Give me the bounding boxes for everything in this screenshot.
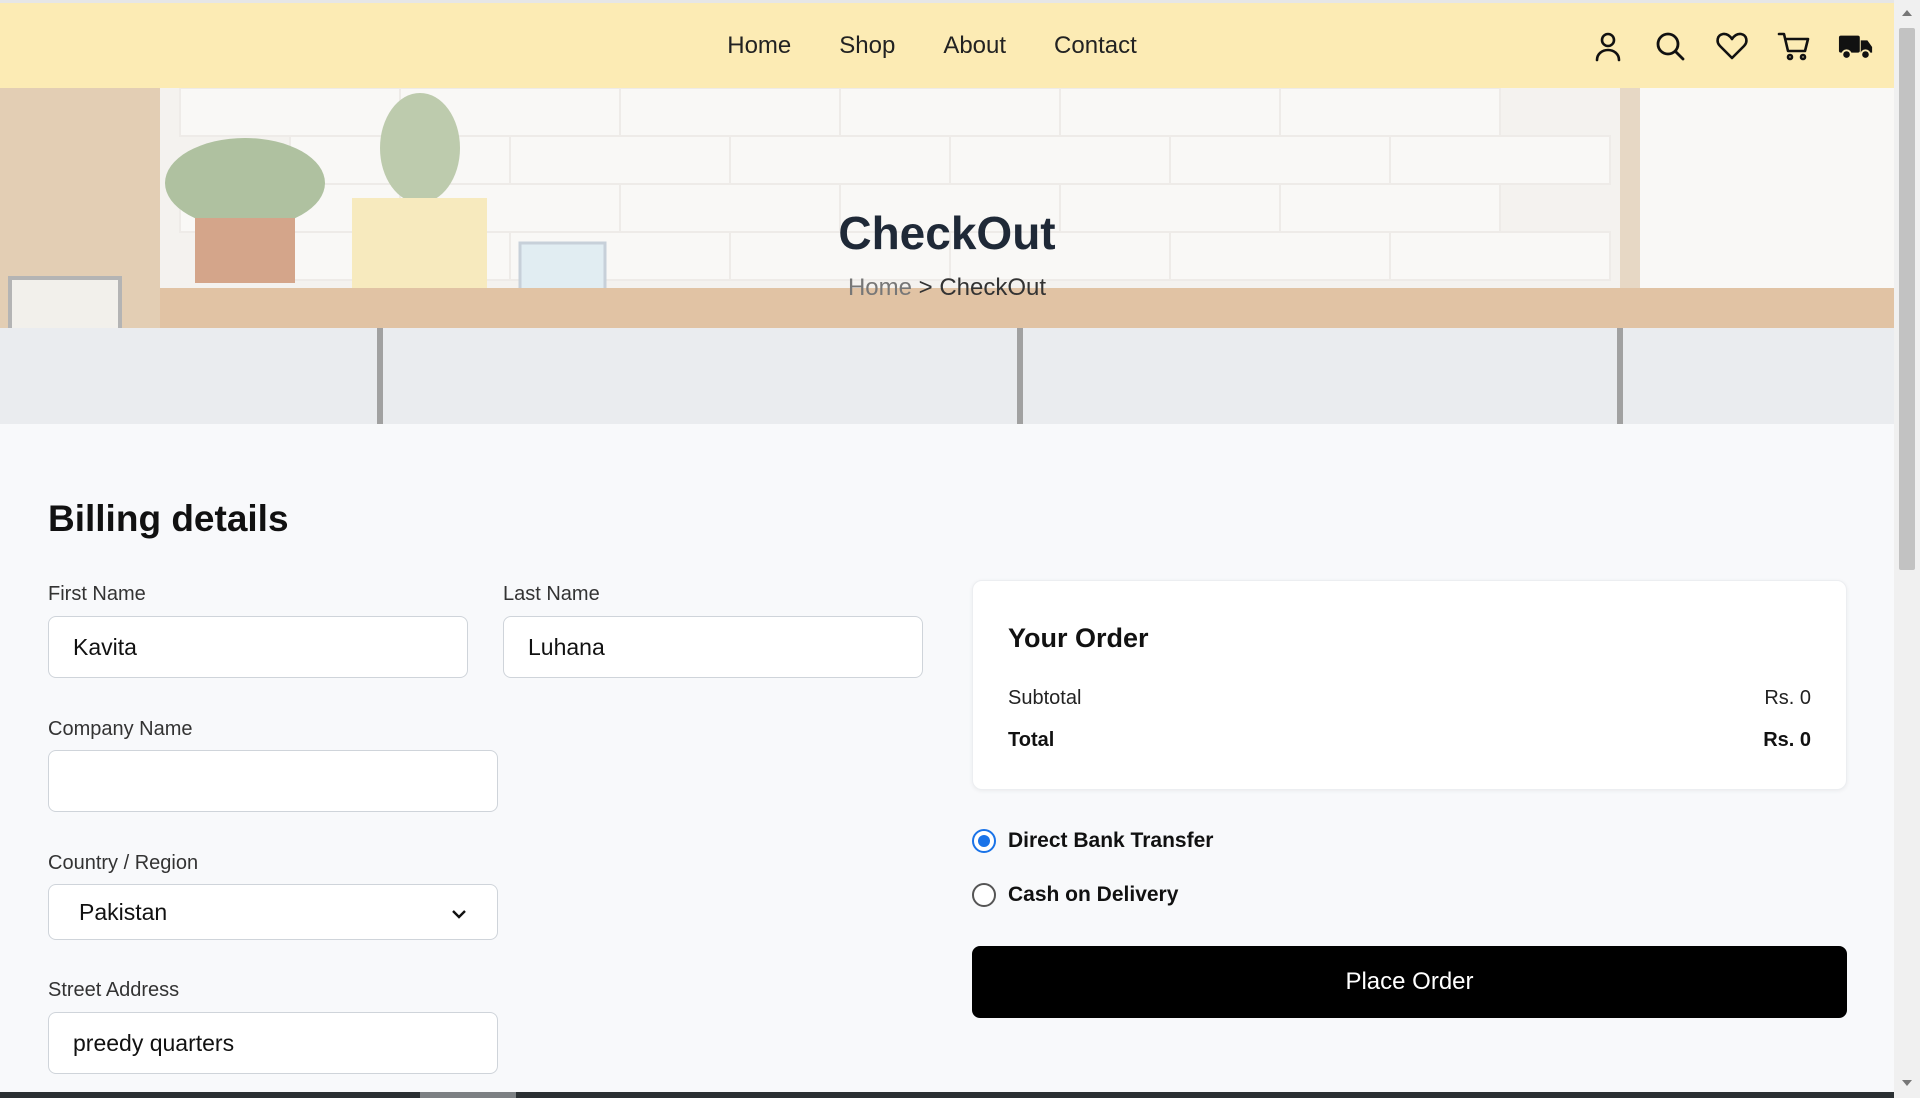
payment-option-cash-on-delivery[interactable]: Cash on Delivery — [972, 883, 1178, 907]
company-name-label: Company Name — [48, 718, 193, 740]
chevron-down-icon — [451, 899, 467, 926]
nav-about[interactable]: About — [943, 32, 1006, 60]
user-icon[interactable] — [1590, 28, 1626, 64]
order-summary-card: Your Order Subtotal Rs. 0 Total Rs. 0 — [972, 580, 1847, 790]
bottom-edge-bar — [0, 1092, 1894, 1098]
breadcrumb-current: CheckOut — [939, 274, 1047, 301]
street-address-input[interactable] — [48, 1012, 498, 1074]
header-icons — [1590, 3, 1874, 88]
cart-icon[interactable] — [1776, 28, 1812, 64]
last-name-label: Last Name — [503, 583, 600, 605]
first-name-input[interactable] — [48, 616, 468, 678]
search-icon[interactable] — [1652, 28, 1688, 64]
cash-on-delivery-radio[interactable] — [972, 883, 996, 907]
breadcrumb-separator: > — [911, 274, 940, 301]
page-scrollbar[interactable] — [1894, 0, 1920, 1098]
total-label: Total — [1008, 729, 1055, 751]
payment-option-bank-transfer[interactable]: Direct Bank Transfer — [972, 829, 1213, 853]
heart-icon[interactable] — [1714, 28, 1750, 64]
nav-home[interactable]: Home — [727, 32, 791, 60]
subtotal-row: Subtotal Rs. 0 — [1008, 687, 1811, 710]
checkout-page: Home Shop About Contact CheckOut Home > … — [0, 0, 1920, 1098]
first-name-label: First Name — [48, 583, 146, 605]
site-header: Home Shop About Contact — [0, 3, 1894, 88]
breadcrumb-home[interactable]: Home — [848, 274, 912, 301]
subtotal-value: Rs. 0 — [1764, 687, 1811, 709]
scroll-down-arrow-icon[interactable] — [1902, 1080, 1912, 1086]
scroll-up-arrow-icon[interactable] — [1902, 10, 1912, 16]
truck-icon[interactable] — [1838, 28, 1874, 64]
hero-banner: CheckOut Home > CheckOut — [0, 88, 1894, 424]
street-address-label: Street Address — [48, 979, 180, 1001]
page-title: CheckOut — [838, 207, 1056, 259]
last-name-input[interactable] — [503, 616, 923, 678]
nav-contact[interactable]: Contact — [1054, 32, 1137, 60]
country-select-value: Pakistan — [79, 898, 168, 925]
country-region-label: Country / Region — [48, 852, 199, 874]
scroll-thumb[interactable] — [1899, 28, 1915, 570]
cash-on-delivery-label: Cash on Delivery — [1008, 883, 1179, 906]
breadcrumb: Home > CheckOut — [0, 274, 1894, 302]
billing-title: Billing details — [48, 498, 289, 539]
country-select[interactable]: Pakistan — [48, 884, 498, 940]
subtotal-label: Subtotal — [1008, 687, 1082, 709]
total-row: Total Rs. 0 — [1008, 729, 1811, 752]
bank-transfer-radio[interactable] — [972, 829, 996, 853]
place-order-button[interactable]: Place Order — [972, 946, 1847, 1018]
bank-transfer-label: Direct Bank Transfer — [1008, 829, 1214, 852]
company-name-input[interactable] — [48, 750, 498, 812]
bottom-edge-segment — [420, 1092, 516, 1098]
nav-shop[interactable]: Shop — [839, 32, 895, 60]
order-title: Your Order — [1008, 623, 1149, 653]
total-value: Rs. 0 — [1763, 729, 1811, 751]
